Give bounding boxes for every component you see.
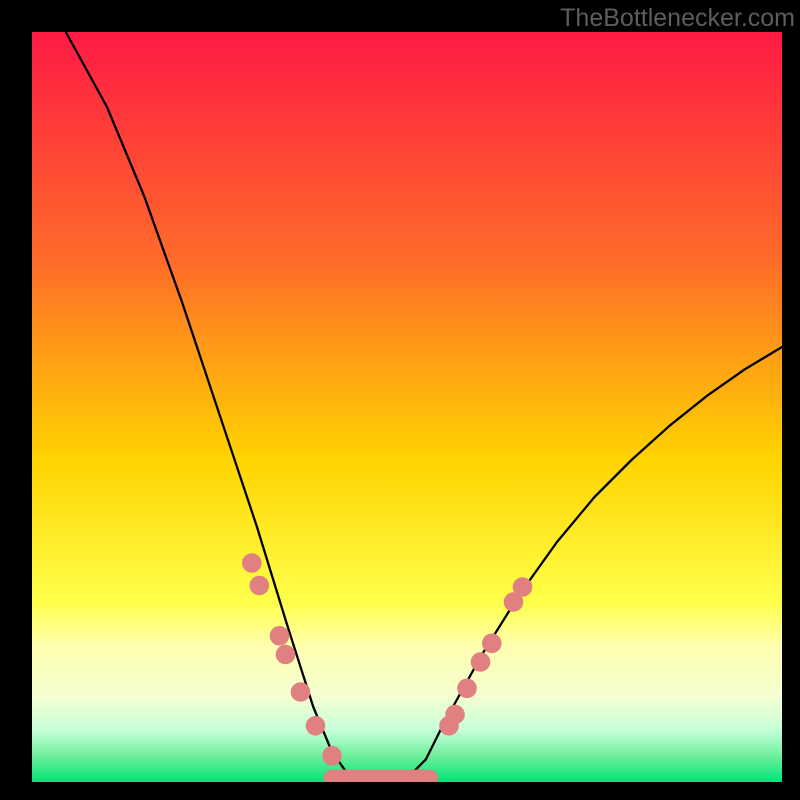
highlight-dot xyxy=(306,716,326,736)
highlight-dot xyxy=(513,577,533,597)
highlight-dot xyxy=(250,576,270,596)
highlight-dot xyxy=(482,634,502,654)
plot-area xyxy=(32,32,782,782)
highlight-dot xyxy=(445,705,465,725)
highlight-dot xyxy=(291,682,311,702)
highlight-dot xyxy=(457,679,477,699)
highlight-dot xyxy=(322,746,342,766)
watermark-text: TheBottlenecker.com xyxy=(560,4,795,33)
highlight-dot xyxy=(276,645,296,665)
chart-svg xyxy=(32,32,782,782)
gradient-background xyxy=(32,32,782,782)
highlight-dot xyxy=(471,652,491,672)
image-frame: TheBottlenecker.com xyxy=(0,0,800,800)
highlight-dot xyxy=(270,626,290,646)
highlight-dot xyxy=(242,553,262,573)
